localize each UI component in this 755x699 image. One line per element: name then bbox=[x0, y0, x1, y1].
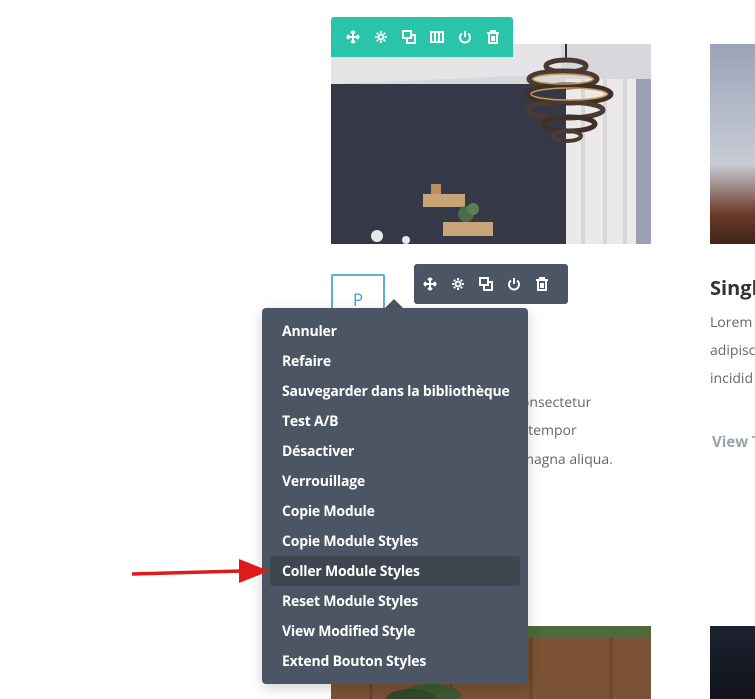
duplicate-icon[interactable] bbox=[395, 17, 423, 57]
menu-item-disable[interactable]: Désactiver bbox=[270, 436, 520, 466]
module-toolbar bbox=[414, 264, 568, 304]
right-card-view-link[interactable]: View T bbox=[712, 432, 755, 452]
menu-item-annuler[interactable]: Annuler bbox=[270, 316, 520, 346]
menu-item-paste-module-styles[interactable]: Coller Module Styles bbox=[270, 556, 520, 586]
card-text-line-3: magna aliqua. bbox=[521, 450, 613, 469]
menu-item-reset-module-styles[interactable]: Reset Module Styles bbox=[270, 586, 520, 616]
menu-item-copy-module[interactable]: Copie Module bbox=[270, 496, 520, 526]
menu-item-copy-module-styles[interactable]: Copie Module Styles bbox=[270, 526, 520, 556]
right-card-line-2: adipisc bbox=[710, 341, 755, 360]
menu-item-extend-button-styles[interactable]: Extend Bouton Styles bbox=[270, 646, 520, 676]
red-arrow-icon bbox=[131, 559, 269, 583]
trash-icon[interactable] bbox=[479, 17, 507, 57]
menu-item-save-to-library[interactable]: Sauvegarder dans la bibliothèque bbox=[270, 376, 520, 406]
right-card-image bbox=[710, 44, 755, 244]
move-icon[interactable] bbox=[339, 17, 367, 57]
right-card-line-3: incidid bbox=[710, 369, 754, 388]
row-toolbar bbox=[331, 17, 513, 57]
bottom-right-image bbox=[710, 626, 755, 699]
columns-icon[interactable] bbox=[423, 17, 451, 57]
gear-icon[interactable] bbox=[444, 264, 472, 304]
menu-item-view-modified-style[interactable]: View Modified Style bbox=[270, 616, 520, 646]
menu-item-lock[interactable]: Verrouillage bbox=[270, 466, 520, 496]
card-text-line-1: onsectetur bbox=[521, 393, 592, 412]
menu-item-ab-test[interactable]: Test A/B bbox=[270, 406, 520, 436]
trash-icon[interactable] bbox=[528, 264, 556, 304]
right-card-line-1: Lorem bbox=[710, 313, 753, 332]
menu-item-refaire[interactable]: Refaire bbox=[270, 346, 520, 376]
context-menu: Annuler Refaire Sauvegarder dans la bibl… bbox=[262, 308, 528, 684]
right-card-title: Singl bbox=[710, 274, 755, 301]
power-icon[interactable] bbox=[500, 264, 528, 304]
power-icon[interactable] bbox=[451, 17, 479, 57]
duplicate-icon[interactable] bbox=[472, 264, 500, 304]
move-icon[interactable] bbox=[416, 264, 444, 304]
gear-icon[interactable] bbox=[367, 17, 395, 57]
card-text-line-2: l tempor bbox=[521, 421, 577, 440]
room-image-art bbox=[331, 44, 651, 244]
room-image bbox=[331, 44, 651, 244]
